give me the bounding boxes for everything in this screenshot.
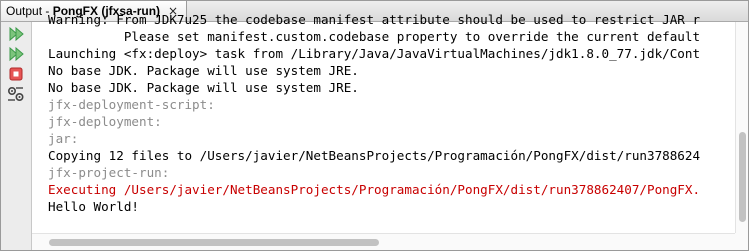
console-line: Launching <fx:deploy> task from /Library… [48,46,701,61]
stop-button[interactable] [6,65,26,83]
console-output[interactable]: Warning: From JDK7u25 the codebase manif… [32,1,735,231]
settings-icon [7,86,24,102]
rerun-icon [9,26,24,42]
console-line: Executing /Users/javier/NetBeansProjects… [48,182,701,197]
console-line: Copying 12 files to /Users/javier/NetBea… [48,148,701,163]
console-line: Hello World! [48,199,139,214]
horizontal-scrollbar[interactable] [32,233,735,250]
horizontal-scroll-thumb[interactable] [49,239,379,246]
console-line: No base JDK. Package will use system JRE… [48,80,359,95]
rerun-button[interactable] [6,25,26,43]
console-line: jfx-project-run: [48,165,170,180]
stop-icon [9,67,23,81]
output-window: Output - PongFX (jfxsa-run) × Warning: F… [0,0,749,251]
settings-button[interactable] [6,85,26,103]
vertical-scroll-thumb[interactable] [739,132,746,222]
console-text: Warning: From JDK7u25 the codebase manif… [48,11,700,215]
rerun-with-options-button[interactable] [6,45,26,63]
output-toolbar [1,22,32,250]
console-line: jfx-deployment-script: [48,97,215,112]
console-line: jfx-deployment: [48,114,162,129]
console-line: Please set manifest.custom.codebase prop… [48,29,701,44]
console-line: No base JDK. Package will use system JRE… [48,63,359,78]
console-line: Warning: From JDK7u25 the codebase manif… [48,12,701,27]
rerun-with-options-icon [9,46,24,62]
console-line: jar: [48,131,79,146]
scrollbar-corner [735,233,748,250]
vertical-scrollbar[interactable] [735,22,748,233]
